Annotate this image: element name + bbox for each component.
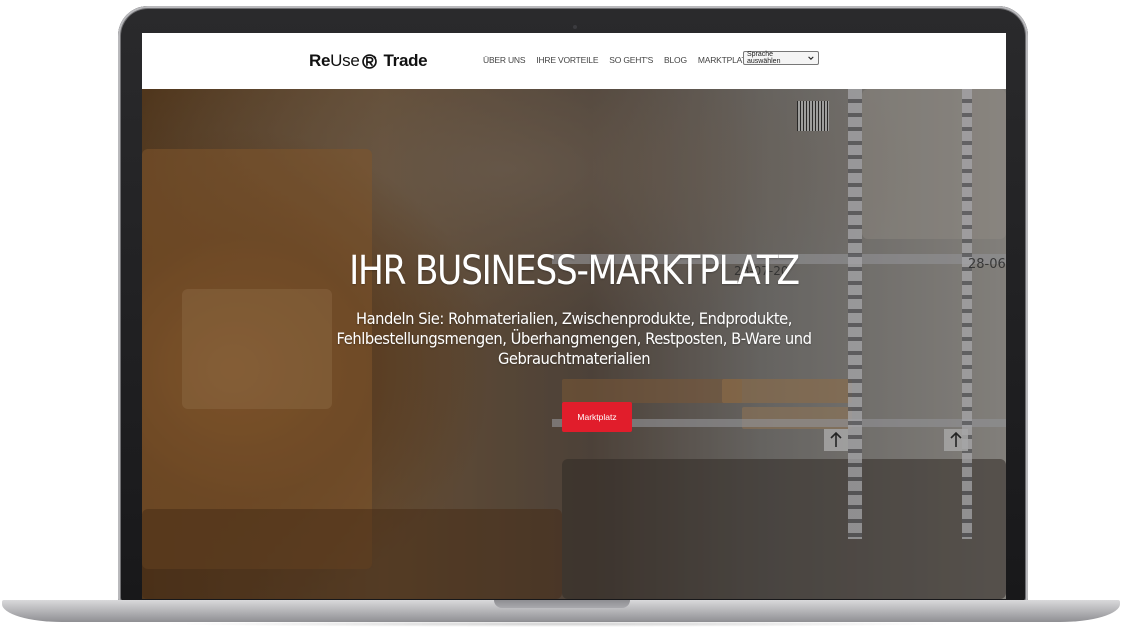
recycle-r-icon	[362, 53, 378, 69]
hero-subtitle: Handeln Sie: Rohmaterialien, Zwischenpro…	[336, 309, 812, 368]
site-logo[interactable]: Re Use Trade	[309, 49, 428, 73]
marktplatz-button[interactable]: Marktplatz	[562, 402, 632, 432]
site-header: Re Use Trade ÜBER UNS IHRE VORTEILE SO G…	[142, 33, 1006, 89]
chevron-down-icon	[808, 56, 814, 60]
main-nav: ÜBER UNS IHRE VORTEILE SO GEHT'S BLOG MA…	[483, 52, 762, 68]
language-select[interactable]: Sprache auswählen	[743, 51, 819, 65]
logo-text-trade: Trade	[383, 51, 428, 70]
nav-item-ueber-uns[interactable]: ÜBER UNS	[483, 55, 526, 65]
hero-title: IHR BUSINESS-MARKTPLATZ	[349, 247, 800, 294]
language-select-value: Sprache auswählen	[747, 51, 781, 65]
hero-section: 28-07-20 28-06 IHR BUSINESS-MARKTPLATZ H…	[142, 89, 1006, 599]
laptop-base-notch	[494, 600, 630, 608]
device-mockup: Re Use Trade ÜBER UNS IHRE VORTEILE SO G…	[0, 0, 1122, 629]
logo-text-use: Use	[330, 51, 360, 70]
nav-item-so-gehts[interactable]: SO GEHT'S	[609, 55, 653, 65]
nav-item-blog[interactable]: BLOG	[664, 55, 687, 65]
nav-item-ihre-vorteile[interactable]: IHRE VORTEILE	[536, 55, 598, 65]
laptop-shadow	[160, 621, 960, 627]
laptop-screen: Re Use Trade ÜBER UNS IHRE VORTEILE SO G…	[142, 33, 1006, 599]
camera-icon	[573, 25, 577, 29]
logo-text-re: Re	[309, 51, 331, 70]
